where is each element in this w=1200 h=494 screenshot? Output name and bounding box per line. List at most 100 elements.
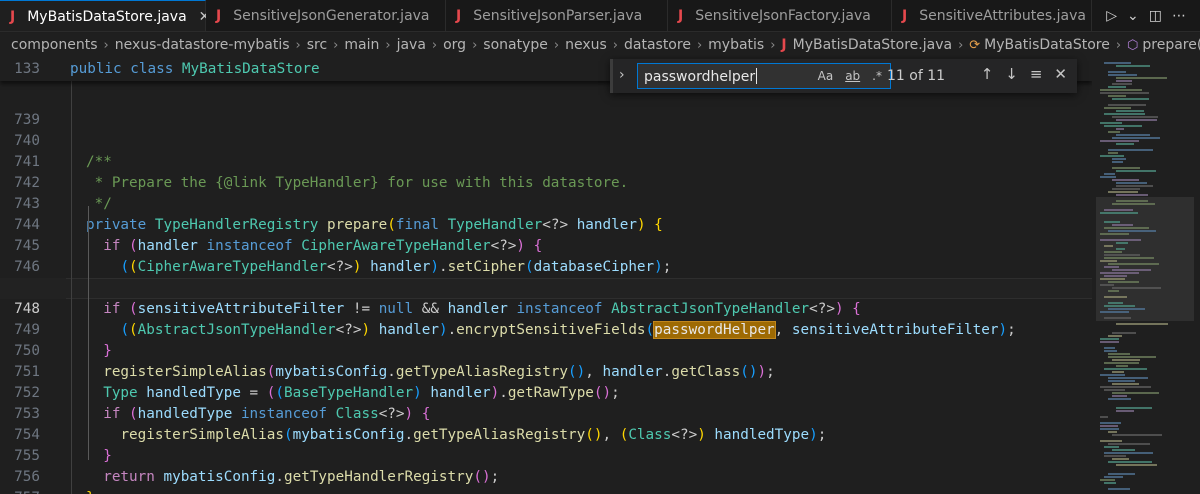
minimap-code-line bbox=[1104, 317, 1131, 319]
chevron-down-icon[interactable]: ⌄ bbox=[1127, 8, 1139, 24]
minimap-code-line bbox=[1116, 194, 1148, 196]
arrow-down-icon[interactable]: ↓ bbox=[1005, 65, 1018, 83]
minimap-code-line bbox=[1116, 77, 1167, 79]
minimap-code-line bbox=[1116, 128, 1124, 130]
tab-label: SensitiveJsonFactory.java bbox=[695, 8, 871, 24]
breadcrumb-item[interactable]: nexus-datastore-mybatis bbox=[115, 37, 290, 53]
minimap-code-line bbox=[1108, 263, 1159, 265]
tab-sensitivejsonfactory[interactable]: J SensitiveJsonFactory.java bbox=[668, 0, 892, 31]
minimap-code-line bbox=[1108, 152, 1118, 154]
minimap-code-line bbox=[1104, 257, 1154, 259]
minimap-code-line bbox=[1100, 428, 1119, 430]
chevron-right-icon: › bbox=[612, 37, 618, 53]
chevron-right-icon: › bbox=[295, 37, 301, 53]
java-file-icon: J bbox=[216, 8, 222, 24]
minimap-code-line bbox=[1112, 287, 1161, 289]
chevron-right-icon: › bbox=[958, 37, 964, 53]
indent-guide bbox=[71, 81, 72, 494]
breadcrumb-file[interactable]: MyBatisDataStore.java bbox=[793, 37, 952, 53]
code-line: 745 ((CipherAwareTypeHandler<?>) handler… bbox=[0, 215, 1092, 275]
minimap[interactable] bbox=[1092, 57, 1200, 494]
breadcrumb-item[interactable]: components bbox=[11, 37, 98, 53]
breadcrumb-class[interactable]: MyBatisDataStore bbox=[984, 37, 1110, 53]
minimap-code-line bbox=[1100, 155, 1124, 157]
regex-icon[interactable]: .* bbox=[870, 69, 884, 83]
arrow-up-icon[interactable]: ↑ bbox=[981, 65, 994, 83]
breadcrumb-item[interactable]: org bbox=[443, 37, 466, 53]
minimap-code-line bbox=[1108, 281, 1139, 283]
minimap-code-line bbox=[1112, 167, 1140, 169]
minimap-code-line bbox=[1112, 392, 1159, 394]
minimap-code-line bbox=[1112, 158, 1126, 160]
match-case-icon[interactable]: Aa bbox=[816, 69, 836, 83]
toggle-replace-chevron-icon[interactable]: › bbox=[619, 67, 625, 83]
minimap-code-line bbox=[1100, 425, 1118, 427]
breadcrumb-item[interactable]: java bbox=[397, 37, 426, 53]
run-icon[interactable]: ▷ bbox=[1106, 8, 1117, 24]
current-code-line: 748 ((AbstractJsonTypeHandler<?>) handle… bbox=[0, 278, 1092, 339]
chevron-right-icon: › bbox=[385, 37, 391, 53]
find-buttons: ↑ ↓ ≡ ✕ bbox=[981, 65, 1067, 83]
indent-guide bbox=[88, 206, 89, 460]
find-widget: › passwordhelper Aa ab .* 11 of 11 ↑ ↓ ≡… bbox=[610, 59, 1077, 93]
minimap-code-line bbox=[1100, 311, 1129, 313]
close-icon[interactable]: ✕ bbox=[1054, 65, 1067, 83]
method-symbol-icon: ⬡ bbox=[1127, 37, 1139, 53]
tab-label: SensitiveAttributes.java bbox=[919, 8, 1086, 24]
minimap-code-line bbox=[1100, 479, 1115, 481]
split-editor-icon[interactable]: ◫ bbox=[1149, 8, 1162, 24]
breadcrumb-item[interactable]: nexus bbox=[565, 37, 607, 53]
minimap-code-line bbox=[1100, 341, 1119, 343]
minimap-code-line bbox=[1108, 443, 1150, 445]
minimap-code-line bbox=[1116, 185, 1153, 187]
minimap-code-line bbox=[1108, 473, 1135, 475]
tab-label: SensitiveJsonGenerator.java bbox=[233, 8, 430, 24]
breadcrumb-item[interactable]: datastore bbox=[624, 37, 691, 53]
minimap-code-line bbox=[1104, 350, 1117, 352]
code-line: 747 if (sensitiveAttributeFilter != null… bbox=[0, 257, 1092, 317]
code-line: 757 bbox=[0, 467, 1092, 494]
code-text: } bbox=[86, 488, 95, 494]
breadcrumb-item[interactable]: main bbox=[344, 37, 379, 53]
java-file-icon: J bbox=[456, 8, 462, 24]
minimap-code-line bbox=[1116, 464, 1157, 466]
minimap-code-line bbox=[1108, 71, 1126, 73]
minimap-code-line bbox=[1116, 242, 1128, 244]
minimap-code-line bbox=[1108, 191, 1138, 193]
minimap-code-line bbox=[1104, 482, 1116, 484]
minimap-code-line bbox=[1104, 266, 1119, 268]
minimap-code-line bbox=[1104, 62, 1131, 64]
minimap-code-line bbox=[1108, 398, 1131, 400]
minimap-code-line bbox=[1112, 116, 1158, 118]
tab-label: MyBatisDataStore.java bbox=[27, 8, 187, 25]
breadcrumb-item[interactable]: src bbox=[307, 37, 327, 53]
find-in-selection-icon[interactable]: ≡ bbox=[1030, 65, 1043, 83]
breadcrumb-item[interactable]: mybatis bbox=[708, 37, 764, 53]
minimap-code-line bbox=[1112, 395, 1127, 397]
minimap-code-line bbox=[1104, 227, 1149, 229]
tab-mybatisdatastore[interactable]: J MyBatisDataStore.java ✕ bbox=[0, 0, 210, 31]
breadcrumb-item[interactable]: sonatype bbox=[483, 37, 548, 53]
minimap-code-line bbox=[1100, 422, 1121, 424]
match-whole-word-icon[interactable]: ab bbox=[843, 69, 862, 83]
minimap-code-line bbox=[1100, 386, 1151, 388]
minimap-code-line bbox=[1104, 305, 1135, 307]
code-editor[interactable]: 133 public class MyBatisDataStore 739 74… bbox=[0, 57, 1092, 494]
minimap-code-line bbox=[1104, 368, 1147, 370]
tab-sensitivejsongenerator[interactable]: J SensitiveJsonGenerator.java bbox=[206, 0, 446, 31]
minimap-code-line bbox=[1100, 338, 1119, 340]
minimap-code-line bbox=[1112, 83, 1132, 85]
minimap-code-line bbox=[1108, 230, 1156, 232]
minimap-code-line bbox=[1116, 365, 1128, 367]
more-actions-icon[interactable]: ⋯ bbox=[1172, 8, 1186, 24]
tab-sensitiveattributes[interactable]: J SensitiveAttributes.java bbox=[892, 0, 1092, 31]
minimap-code-line bbox=[1108, 488, 1130, 490]
tab-sensitivejsonparser[interactable]: J SensitiveJsonParser.java bbox=[446, 0, 668, 31]
find-input[interactable]: passwordhelper Aa ab .* bbox=[637, 63, 891, 89]
minimap-code-line bbox=[1108, 95, 1126, 97]
find-query: passwordhelper bbox=[644, 68, 758, 85]
minimap-code-line bbox=[1100, 89, 1142, 91]
breadcrumb-method[interactable]: prepare(TypeHar bbox=[1142, 37, 1200, 53]
chevron-right-icon: › bbox=[1115, 37, 1122, 53]
java-file-icon: J bbox=[10, 8, 16, 25]
